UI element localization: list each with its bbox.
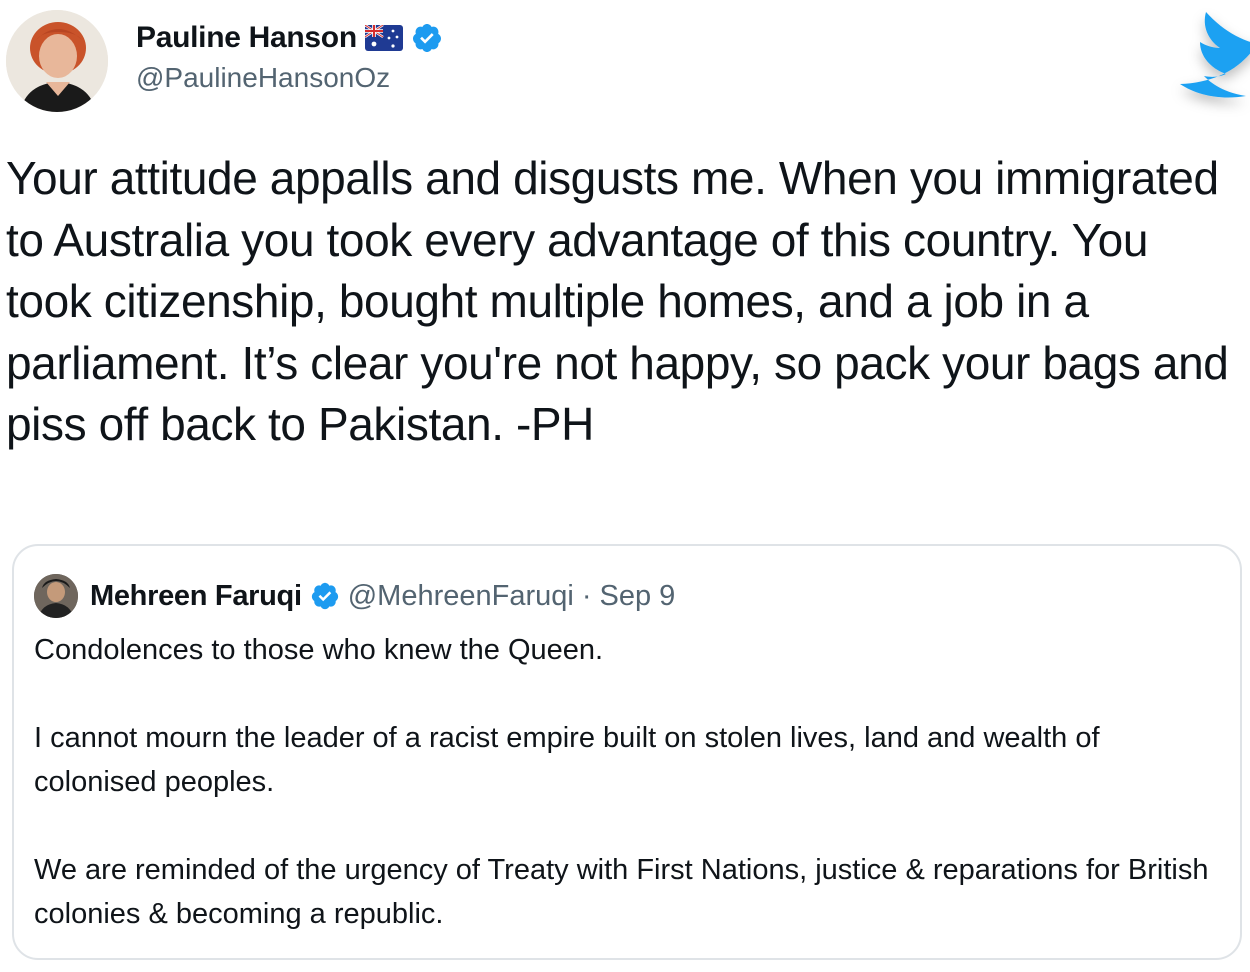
verified-badge-icon [411,22,443,54]
quoted-paragraph-1: Condolences to those who knew the Queen. [34,634,604,666]
author-name-row: Pauline Hanson [136,18,443,58]
quoted-tweet-date[interactable]: Sep 9 [600,580,676,613]
quoted-tweet-header: Mehreen Faruqi @MehreenFaruqi · Sep 9 [34,574,675,618]
tweet: Pauline Hanson @PaulineHansonOz Your att… [0,0,1250,972]
author-name[interactable]: Pauline Hanson [136,21,357,55]
author-handle[interactable]: @PaulineHansonOz [136,62,390,94]
quoted-verified-badge-icon [310,581,340,611]
quoted-paragraph-2: I cannot mourn the leader of a racist em… [34,722,1108,798]
author-avatar[interactable] [6,10,108,112]
twitter-bird-logo [1140,0,1250,122]
tweet-text: Your attitude appalls and disgusts me. W… [6,152,1241,450]
quoted-header-separator: · [581,579,592,612]
australian-flag-icon [364,24,403,51]
quoted-author-name[interactable]: Mehreen Faruqi [90,580,302,613]
quoted-author-handle[interactable]: @MehreenFaruqi [348,580,574,613]
quoted-tweet-card[interactable]: Mehreen Faruqi @MehreenFaruqi · Sep 9 Co… [12,544,1242,960]
quoted-author-avatar[interactable] [34,574,78,618]
quoted-tweet-body: Condolences to those who knew the Queen.… [34,628,1224,936]
quoted-paragraph-3: We are reminded of the urgency of Treaty… [34,854,1217,930]
